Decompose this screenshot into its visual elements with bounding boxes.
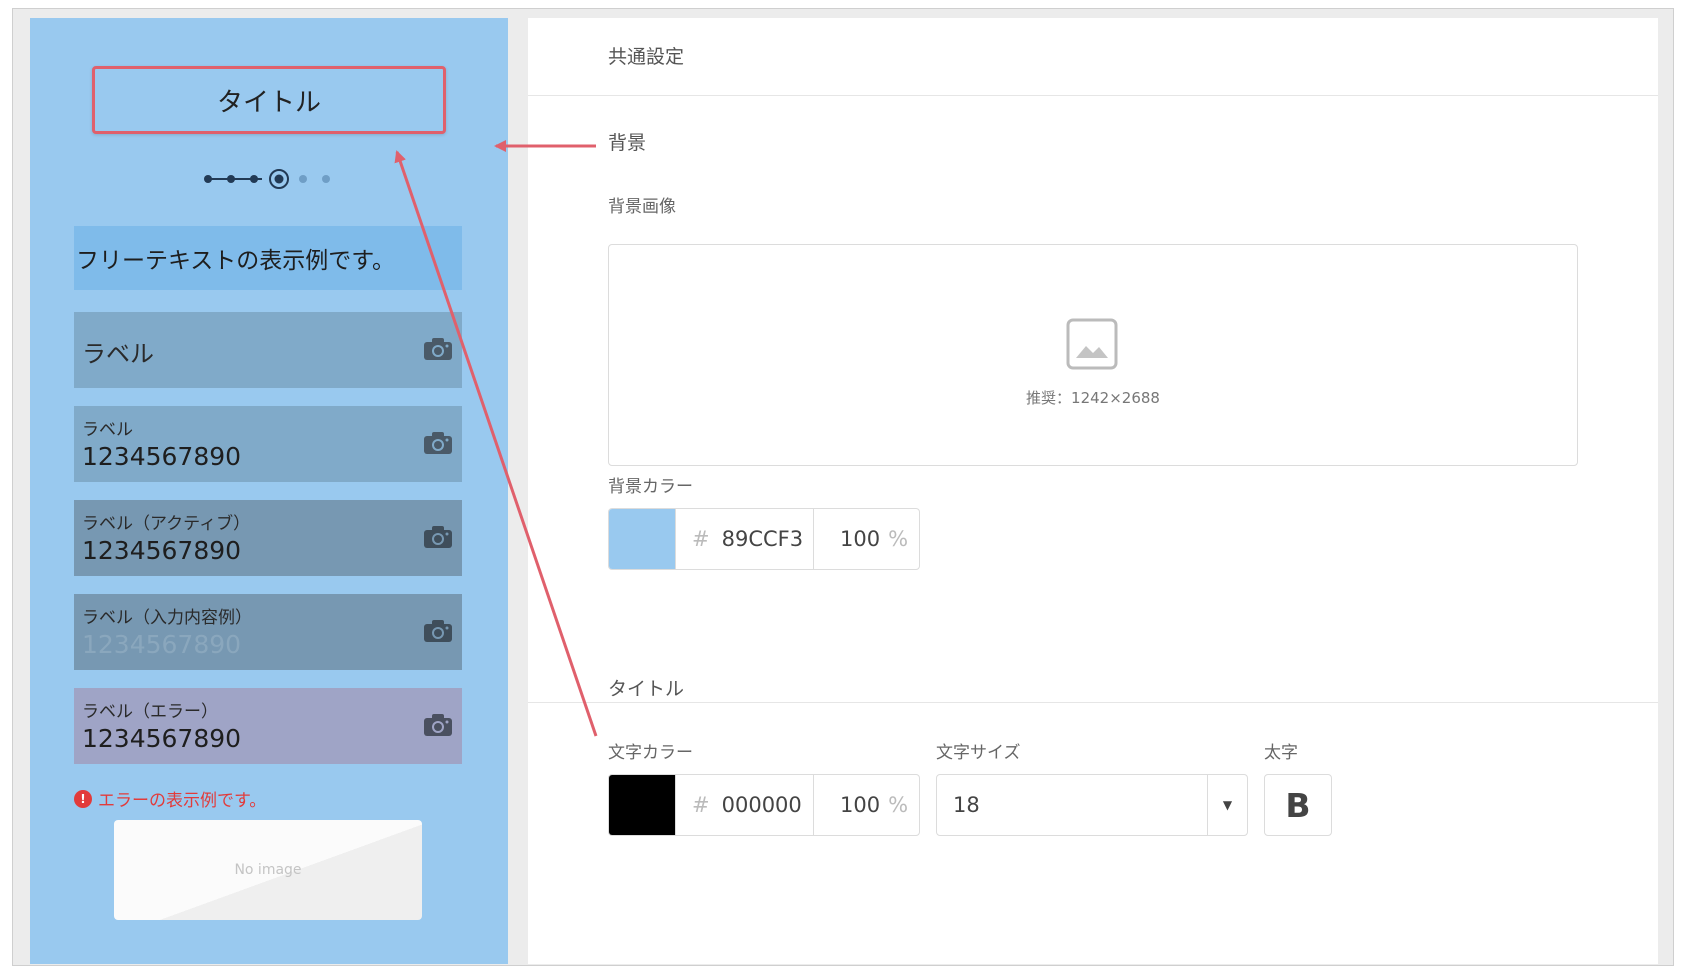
step-dot-1: [204, 175, 212, 183]
percent-sign: %: [888, 793, 909, 817]
field-label: ラベル: [82, 420, 133, 440]
hash-sign: #: [692, 527, 710, 551]
field-value: 1234567890: [82, 536, 242, 565]
step-indicator: [204, 169, 330, 189]
text-color-opacity[interactable]: 100%: [813, 775, 919, 835]
background-color-opacity[interactable]: 100%: [813, 509, 919, 569]
text-color-hex[interactable]: #000000: [675, 775, 813, 835]
camera-icon[interactable]: [422, 712, 454, 738]
hash-sign: #: [692, 793, 710, 817]
text-color-swatch[interactable]: [609, 775, 675, 835]
bold-label: 太字: [1264, 743, 1298, 763]
field-value: 1234567890: [82, 442, 242, 471]
text-color-label: 文字カラー: [608, 743, 693, 763]
field-with-value[interactable]: ラベル 1234567890: [74, 406, 462, 482]
opacity-value: 100: [840, 527, 881, 551]
camera-icon[interactable]: [422, 430, 454, 456]
no-image-text: No image: [234, 862, 302, 878]
hex-value: 89CCF3: [721, 527, 804, 551]
no-image-placeholder: No image: [114, 820, 422, 920]
step-dot-2: [227, 175, 235, 183]
camera-icon[interactable]: [422, 524, 454, 550]
field-active[interactable]: ラベル（アクティブ） 1234567890: [74, 500, 462, 576]
field-placeholder[interactable]: ラベル（入力内容例） 1234567890: [74, 594, 462, 670]
background-image-dropzone[interactable]: 推奨：1242×2688: [608, 244, 1578, 466]
step-dot-5: [299, 175, 307, 183]
camera-icon[interactable]: [422, 618, 454, 644]
common-settings-title: 共通設定: [608, 46, 685, 68]
field-error[interactable]: ラベル（エラー） 1234567890: [74, 688, 462, 764]
background-color-swatch[interactable]: [609, 509, 675, 569]
background-color-label: 背景カラー: [608, 477, 693, 497]
font-size-select[interactable]: 18 ▼: [936, 774, 1248, 836]
text-color-input[interactable]: #000000 100%: [608, 774, 920, 836]
image-icon: [1066, 318, 1118, 370]
field-label-only[interactable]: ラベル: [74, 312, 462, 388]
field-value: 1234567890: [82, 724, 242, 753]
background-image-label: 背景画像: [608, 197, 676, 217]
title-section-title: タイトル: [608, 678, 685, 700]
free-text-example: フリーテキストの表示例です。: [74, 226, 462, 290]
error-message: ! エラーの表示例です。: [74, 786, 266, 811]
camera-icon[interactable]: [422, 336, 454, 362]
hex-value: 000000: [721, 793, 802, 817]
bold-toggle-button[interactable]: B: [1264, 774, 1332, 836]
background-color-hex[interactable]: #89CCF3: [675, 509, 813, 569]
error-icon: !: [74, 789, 92, 808]
preview-pane: タイトル フリーテキストの表示例です。 ラベル ラベル 1234567890 ラ…: [30, 18, 508, 964]
percent-sign: %: [888, 527, 909, 551]
section-divider: [528, 702, 1658, 703]
step-dot-6: [322, 175, 330, 183]
step-dot-3: [250, 175, 258, 183]
panel-header: 共通設定: [528, 18, 1658, 96]
field-label: ラベル（入力内容例）: [82, 608, 252, 628]
font-size-value: 18: [953, 793, 980, 817]
field-label: ラベル: [82, 340, 154, 368]
opacity-value: 100: [840, 793, 881, 817]
background-color-input[interactable]: #89CCF3 100%: [608, 508, 920, 570]
field-placeholder-value: 1234567890: [82, 630, 242, 659]
settings-panel: 共通設定 背景 背景画像 推奨：1242×2688 背景カラー #89CCF3 …: [528, 18, 1658, 964]
recommended-size: 推奨：1242×2688: [1026, 389, 1160, 407]
font-size-label: 文字サイズ: [936, 743, 1021, 763]
background-section-title: 背景: [608, 132, 647, 154]
field-label: ラベル（エラー）: [82, 702, 218, 722]
field-label: ラベル（アクティブ）: [82, 514, 251, 534]
error-text: エラーの表示例です。: [98, 791, 267, 811]
chevron-down-icon[interactable]: ▼: [1207, 775, 1247, 835]
preview-title[interactable]: タイトル: [92, 66, 446, 134]
